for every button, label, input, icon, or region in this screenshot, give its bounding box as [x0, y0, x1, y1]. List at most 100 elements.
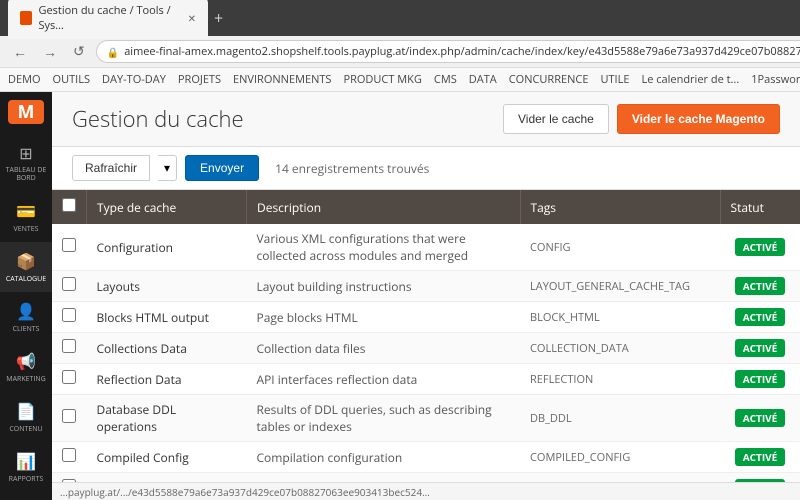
main-content: Gestion du cache Vider le cache Vider le…	[52, 92, 800, 500]
row-description: Various XML configurations that were col…	[247, 224, 521, 271]
row-tags: BLOCK_HTML	[520, 302, 720, 333]
status-badge: ACTIVÉ	[735, 370, 785, 388]
sidebar-label-ventes: VENTES	[14, 225, 39, 234]
lock-icon: 🔒	[107, 45, 119, 59]
table-row: Collections Data Collection data files C…	[52, 333, 800, 364]
vider-cache-btn[interactable]: Vider le cache	[503, 104, 609, 134]
row-type: Layouts	[87, 271, 247, 302]
bookmark-demo[interactable]: DEMO	[8, 72, 41, 87]
rafraichir-dropdown-btn[interactable]: ▾	[158, 155, 177, 181]
row-description: Entity types declaration cache	[247, 473, 521, 483]
rafraichir-btn[interactable]: Rafraîchir	[72, 155, 150, 181]
cache-table: Type de cache Description Tags Statut Co…	[52, 190, 800, 482]
sidebar-item-catalogue[interactable]: 📦 CATALOGUE	[0, 242, 52, 292]
row-checkbox-cell[interactable]	[52, 364, 87, 395]
sidebar-item-rapports[interactable]: 📊 RAPPORTS	[0, 442, 52, 492]
row-checkbox-cell[interactable]	[52, 302, 87, 333]
sidebar: M ⊞ TABLEAU DE BORD 💳 VENTES 📦 CATALOGUE…	[0, 92, 52, 500]
sidebar-label-dashboard: TABLEAU DE BORD	[4, 167, 48, 184]
row-status: ACTIVÉ	[720, 271, 800, 302]
row-type: Compiled Config	[87, 442, 247, 473]
table-row: Database DDL operations Results of DDL q…	[52, 395, 800, 442]
row-tags: DB_DDL	[520, 395, 720, 442]
row-description: Page blocks HTML	[247, 302, 521, 333]
row-status: ACTIVÉ	[720, 395, 800, 442]
dashboard-icon: ⊞	[19, 142, 32, 164]
forward-btn[interactable]: →	[38, 42, 62, 62]
bookmark-day-to-day[interactable]: DAY-TO-DAY	[102, 72, 166, 87]
ventes-icon: 💳	[16, 200, 36, 222]
row-description: API interfaces reflection data	[247, 364, 521, 395]
sidebar-label-rapports: RAPPORTS	[9, 475, 44, 484]
row-checkbox[interactable]	[62, 448, 76, 462]
admin-layout: M ⊞ TABLEAU DE BORD 💳 VENTES 📦 CATALOGUE…	[0, 92, 800, 500]
status-badge: ACTIVÉ	[735, 339, 785, 357]
bookmark-environnements[interactable]: ENVIRONNEMENTS	[233, 72, 331, 87]
row-checkbox-cell[interactable]	[52, 271, 87, 302]
sidebar-item-ventes[interactable]: 💳 VENTES	[0, 192, 52, 242]
row-checkbox[interactable]	[62, 339, 76, 353]
row-tags: CONFIG	[520, 224, 720, 271]
back-btn[interactable]: ←	[8, 42, 32, 62]
row-status: ACTIVÉ	[720, 224, 800, 271]
th-checkbox	[52, 190, 87, 224]
row-type: Collections Data	[87, 333, 247, 364]
url-text: aimee-final-amex.magento2.shopshelf.tool…	[124, 44, 800, 59]
row-type: Configuration	[87, 224, 247, 271]
magento-logo[interactable]: M	[8, 100, 44, 124]
row-checkbox-cell[interactable]	[52, 333, 87, 364]
envoyer-btn[interactable]: Envoyer	[185, 155, 259, 181]
sidebar-item-contenu[interactable]: 📄 CONTENU	[0, 392, 52, 442]
row-checkbox[interactable]	[62, 370, 76, 384]
row-checkbox-cell[interactable]	[52, 395, 87, 442]
bookmark-1password[interactable]: 1Password	[751, 72, 800, 87]
sidebar-item-clients[interactable]: 👤 CLIENTS	[0, 292, 52, 342]
sidebar-label-catalogue: CATALOGUE	[6, 275, 46, 284]
close-tab-btn[interactable]: ✕	[188, 11, 196, 25]
bookmark-cms[interactable]: CMS	[434, 72, 457, 87]
row-status: ACTIVÉ	[720, 442, 800, 473]
row-checkbox[interactable]	[62, 409, 76, 423]
browser-tab[interactable]: Gestion du cache / Tools / Sys... ✕	[8, 0, 208, 39]
bookmark-data[interactable]: DATA	[469, 72, 497, 87]
contenu-icon: 📄	[16, 400, 36, 422]
url-bar[interactable]: 🔒 aimee-final-amex.magento2.shopshelf.to…	[96, 40, 800, 63]
th-tags: Tags	[520, 190, 720, 224]
new-tab-btn[interactable]: +	[214, 7, 223, 29]
row-tags: REFLECTION	[520, 364, 720, 395]
sidebar-item-dashboard[interactable]: ⊞ TABLEAU DE BORD	[0, 134, 52, 192]
row-checkbox[interactable]	[62, 308, 76, 322]
tab-favicon	[20, 11, 32, 25]
select-all-checkbox[interactable]	[62, 198, 76, 212]
cache-table-wrapper: Type de cache Description Tags Statut Co…	[52, 190, 800, 482]
sidebar-item-marketing[interactable]: 📢 MARKETING	[0, 342, 52, 392]
bookmark-product-mkg[interactable]: PRODUCT MKG	[343, 72, 421, 87]
rapports-icon: 📊	[16, 450, 36, 472]
status-badge: ACTIVÉ	[735, 238, 785, 256]
vider-cache-magento-btn[interactable]: Vider le cache Magento	[617, 104, 780, 134]
row-checkbox-cell[interactable]	[52, 224, 87, 271]
row-checkbox[interactable]	[62, 238, 76, 252]
th-statut: Statut	[720, 190, 800, 224]
status-badge: ACTIVÉ	[735, 277, 785, 295]
reload-btn[interactable]: ↺	[68, 41, 90, 62]
row-type: Reflection Data	[87, 364, 247, 395]
catalogue-icon: 📦	[16, 250, 36, 272]
row-checkbox[interactable]	[62, 277, 76, 291]
bookmark-concurrence[interactable]: CONCURRENCE	[509, 72, 589, 87]
browser-nav: ← → ↺ 🔒 aimee-final-amex.magento2.shopsh…	[0, 36, 800, 68]
row-tags: EAV	[520, 473, 720, 483]
table-row: Layouts Layout building instructions LAY…	[52, 271, 800, 302]
row-status: ACTIVÉ	[720, 302, 800, 333]
row-status: ACTIVÉ	[720, 333, 800, 364]
row-checkbox-cell[interactable]	[52, 442, 87, 473]
sidebar-label-clients: CLIENTS	[13, 325, 40, 334]
bookmark-projets[interactable]: PROJETS	[178, 72, 221, 87]
bookmark-calendrier[interactable]: Le calendrier de t...	[641, 72, 739, 87]
bookmark-utile[interactable]: UTILE	[600, 72, 629, 87]
row-checkbox-cell[interactable]	[52, 473, 87, 483]
bookmark-outils[interactable]: OUTILS	[53, 72, 90, 87]
records-count: 14 enregistrements trouvés	[275, 160, 429, 177]
row-type: Database DDL operations	[87, 395, 247, 442]
toolbar: Rafraîchir ▾ Envoyer 14 enregistrements …	[52, 147, 800, 190]
